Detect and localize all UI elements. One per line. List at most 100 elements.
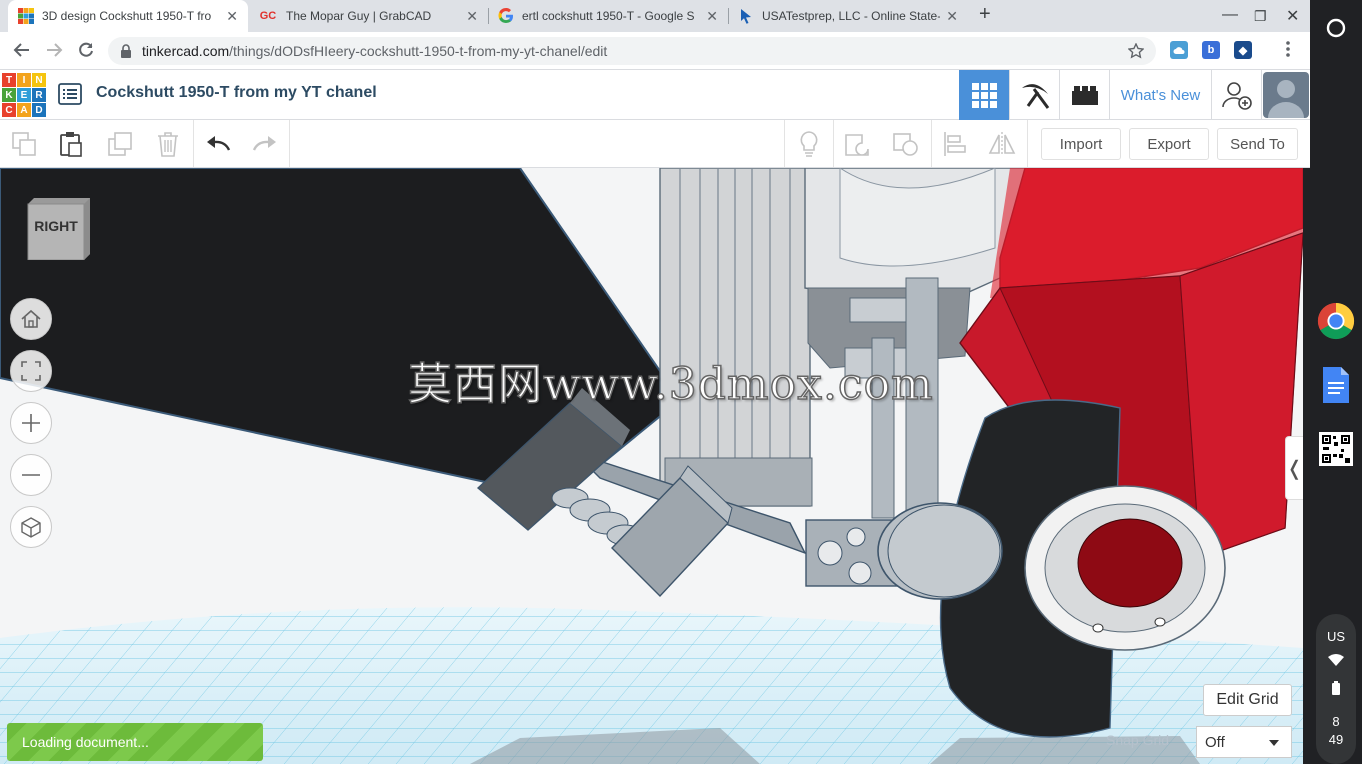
3d-scene[interactable] xyxy=(0,168,1303,764)
diamond-extension-icon[interactable]: ◆ xyxy=(1234,41,1252,59)
logo-letter: A xyxy=(17,103,31,117)
logo-letter: D xyxy=(32,103,46,117)
pickaxe-icon xyxy=(1021,84,1049,109)
ungroup-button[interactable] xyxy=(892,130,920,158)
duplicate-button[interactable] xyxy=(106,130,134,158)
minimize-button[interactable]: — xyxy=(1222,6,1238,24)
view-cube[interactable]: RIGHT xyxy=(26,196,92,261)
new-tab-button[interactable]: + xyxy=(979,3,991,26)
snap-grid-select[interactable]: Off xyxy=(1196,726,1292,758)
close-tab-icon[interactable]: ✕ xyxy=(946,8,958,25)
home-view-button[interactable] xyxy=(10,298,52,340)
export-button[interactable]: Export xyxy=(1129,128,1209,160)
back-button[interactable] xyxy=(12,40,32,65)
tab-grabcad[interactable]: GC The Mopar Guy | GrabCAD ✕ xyxy=(248,0,488,32)
browser-toolbar: tinkercad.com/things/dODsfHIeery-cockshu… xyxy=(0,32,1310,70)
tab-usatestprep[interactable]: USATestprep, LLC - Online State-S ✕ xyxy=(728,0,968,32)
window-close-button[interactable]: ✕ xyxy=(1286,6,1299,26)
whats-new-button[interactable]: What's New xyxy=(1109,70,1211,120)
3d-view-button[interactable] xyxy=(959,70,1009,120)
tab-tinkercad-design[interactable]: 3D design Cockshutt 1950-T fro ✕ xyxy=(8,0,248,32)
qr-app-icon[interactable] xyxy=(1317,430,1355,468)
address-bar[interactable]: tinkercad.com/things/dODsfHIeery-cockshu… xyxy=(108,37,1156,65)
loading-status: Loading document... xyxy=(7,723,263,761)
logo-letter: C xyxy=(2,103,16,117)
align-button[interactable] xyxy=(941,130,969,158)
launcher-circle-icon xyxy=(1326,18,1346,38)
restore-button[interactable]: ❐ xyxy=(1254,8,1267,25)
mirror-icon xyxy=(988,132,1016,156)
perspective-toggle-button[interactable] xyxy=(10,506,52,548)
browser-menu-button[interactable] xyxy=(1280,38,1296,65)
zoom-in-button[interactable] xyxy=(10,402,52,444)
bricks-view-button[interactable] xyxy=(1059,70,1109,120)
redo-icon xyxy=(252,136,276,151)
tab-title: ertl cockshutt 1950-T - Google S xyxy=(522,9,695,23)
grid-view-icon xyxy=(972,83,997,108)
chrome-logo-icon xyxy=(1317,302,1355,340)
bookmark-star-icon[interactable] xyxy=(1128,43,1144,59)
paste-button[interactable] xyxy=(57,130,85,158)
delete-button[interactable] xyxy=(154,130,182,158)
close-tab-icon[interactable]: ✕ xyxy=(466,8,478,25)
battery-icon xyxy=(1310,681,1362,698)
launcher-button[interactable] xyxy=(1317,9,1355,47)
close-tab-icon[interactable]: ✕ xyxy=(706,8,718,25)
design-title[interactable]: Cockshutt 1950-T from my YT chanel xyxy=(96,84,377,102)
logo-letter: N xyxy=(32,73,46,87)
docs-icon xyxy=(1323,367,1349,403)
app-header: T I N K E R C A D Cockshutt 1950-T from … xyxy=(0,70,1310,120)
grabcad-favicon-icon: GC xyxy=(259,10,277,22)
tinkercad-logo[interactable]: T I N K E R C A D xyxy=(2,73,46,117)
browser-tab-strip: 3D design Cockshutt 1950-T fro ✕ GC The … xyxy=(0,0,1310,32)
cloud-extension-icon[interactable] xyxy=(1170,41,1188,59)
view-cube-label: RIGHT xyxy=(34,218,78,234)
send-to-button[interactable]: Send To xyxy=(1217,128,1298,160)
back-arrow-icon xyxy=(13,43,29,57)
wifi-icon xyxy=(1310,654,1362,669)
watermark: 莫西网www.3dmox.com xyxy=(407,358,934,411)
minus-icon xyxy=(22,474,40,476)
clock-minute: 49 xyxy=(1328,732,1344,747)
undo-button[interactable] xyxy=(204,130,232,158)
logo-letter: T xyxy=(2,73,16,87)
tab-google-search[interactable]: ertl cockshutt 1950-T - Google S ✕ xyxy=(488,0,728,32)
show-all-button[interactable] xyxy=(795,130,823,158)
copy-button[interactable] xyxy=(10,130,38,158)
design-list-button[interactable] xyxy=(58,83,82,110)
zoom-out-button[interactable] xyxy=(10,454,52,496)
google-docs-app-icon[interactable] xyxy=(1317,366,1355,404)
tab-title: 3D design Cockshutt 1950-T fro xyxy=(42,9,212,23)
chrome-app-icon[interactable] xyxy=(1317,302,1355,340)
reload-button[interactable] xyxy=(76,40,96,65)
snap-grid-label: Snap Grid xyxy=(1106,732,1170,748)
tab-title: The Mopar Guy | GrabCAD xyxy=(286,9,432,23)
user-avatar[interactable] xyxy=(1261,70,1310,120)
group-button[interactable] xyxy=(843,130,871,158)
cursor-favicon-icon xyxy=(738,8,754,24)
chevron-left-icon: ❬ xyxy=(1286,457,1303,480)
redo-button[interactable] xyxy=(251,130,279,158)
shapes-panel-toggle[interactable]: ❬ xyxy=(1285,436,1303,500)
lock-icon xyxy=(121,44,131,58)
edit-grid-button[interactable]: Edit Grid xyxy=(1203,684,1292,716)
forward-arrow-icon xyxy=(47,43,63,57)
radiator-grille-part[interactable] xyxy=(659,168,813,507)
home-icon xyxy=(21,309,41,328)
url-path: /things/dODsfHIeery-cockshutt-1950-t-fro… xyxy=(229,43,608,59)
more-vert-icon xyxy=(1286,41,1290,57)
close-tab-icon[interactable]: ✕ xyxy=(226,8,238,25)
snap-grid-value: Off xyxy=(1205,733,1225,751)
group-icon xyxy=(845,134,869,156)
blocks-view-button[interactable] xyxy=(1009,70,1059,120)
forward-button[interactable] xyxy=(44,40,64,65)
b-extension-icon[interactable]: b xyxy=(1202,41,1220,59)
import-button[interactable]: Import xyxy=(1041,128,1121,160)
invite-user-button[interactable] xyxy=(1211,70,1261,120)
mirror-button[interactable] xyxy=(988,130,1016,158)
3d-workplane-viewport[interactable]: RIGHT 莫西网www.3dmox.com ❬ Edit Grid Snap … xyxy=(0,168,1303,764)
dropdown-caret-icon xyxy=(1269,740,1279,746)
fit-view-button[interactable] xyxy=(10,350,52,392)
logo-letter: I xyxy=(17,73,31,87)
qr-code-icon xyxy=(1319,432,1353,466)
